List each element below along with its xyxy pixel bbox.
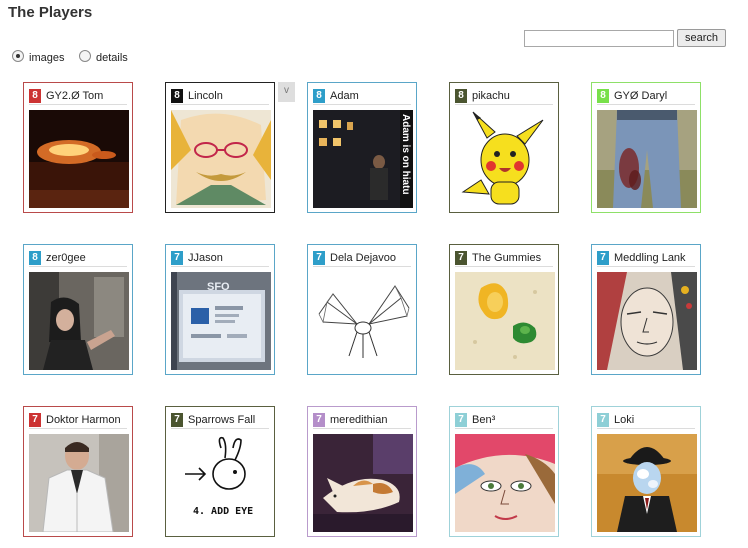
- player-name[interactable]: JJason: [188, 252, 273, 264]
- player-card[interactable]: 7 Ben³: [449, 406, 559, 537]
- rank-badge: 8: [29, 251, 41, 265]
- card-header: 8 GY2.Ø Tom: [29, 88, 127, 105]
- adam-sign-text: Adam is on hiatu: [400, 114, 411, 195]
- player-name[interactable]: Loki: [614, 414, 699, 426]
- search-button[interactable]: search: [677, 29, 726, 47]
- portrait-dark-icon[interactable]: [29, 272, 129, 370]
- player-card[interactable]: 7 JJason SFO: [165, 244, 275, 375]
- sparrows-caption: 4. ADD EYE: [193, 506, 253, 517]
- bat-skeleton-icon[interactable]: [313, 272, 413, 370]
- page-title: The Players: [8, 4, 93, 21]
- radio-checked-icon[interactable]: [12, 50, 24, 62]
- player-name[interactable]: Sparrows Fall: [188, 414, 273, 426]
- rank-badge: 8: [171, 89, 183, 103]
- card-header: 7 Sparrows Fall: [171, 412, 269, 429]
- player-name[interactable]: meredithian: [330, 414, 415, 426]
- bowler-hat-icon[interactable]: [597, 434, 697, 532]
- player-card[interactable]: 8 GYØ Daryl: [591, 82, 701, 213]
- player-name[interactable]: pikachu: [472, 90, 557, 102]
- jeans-icon[interactable]: [597, 110, 697, 208]
- rank-badge: 7: [597, 413, 609, 427]
- player-card[interactable]: 8 GY2.Ø Tom: [23, 82, 133, 213]
- card-header: 8 Lincoln: [171, 88, 269, 105]
- player-name[interactable]: Ben³: [472, 414, 557, 426]
- gummies-icon[interactable]: [455, 272, 555, 370]
- player-card[interactable]: 7 Dela Dejavoo: [307, 244, 417, 375]
- card-header: 8 pikachu: [455, 88, 553, 105]
- colorful-face-icon[interactable]: [455, 434, 555, 532]
- player-card[interactable]: 8 pikachu: [449, 82, 559, 213]
- player-name[interactable]: Meddling Lank: [614, 252, 699, 264]
- bunny-doodle-icon[interactable]: 4. ADD EYE: [171, 434, 271, 532]
- search-input[interactable]: [524, 30, 674, 47]
- card-header: 8 GYØ Daryl: [597, 88, 695, 105]
- rank-badge: 8: [455, 89, 467, 103]
- player-name[interactable]: The Gummies: [472, 252, 557, 264]
- card-header: 7 meredithian: [313, 412, 411, 429]
- player-name[interactable]: Doktor Harmon: [46, 414, 131, 426]
- card-header: 7 Meddling Lank: [597, 250, 695, 267]
- fire-night-icon[interactable]: [29, 110, 129, 208]
- player-name[interactable]: GYØ Daryl: [614, 90, 699, 102]
- rank-badge: 8: [597, 89, 609, 103]
- card-header: 7 Ben³: [455, 412, 553, 429]
- player-card[interactable]: 7 Loki: [591, 406, 701, 537]
- card-header: 7 Doktor Harmon: [29, 412, 127, 429]
- rank-badge: 7: [597, 251, 609, 265]
- painted-face-icon[interactable]: [597, 272, 697, 370]
- card-header: 7 Loki: [597, 412, 695, 429]
- cat-icon[interactable]: [313, 434, 413, 532]
- player-name[interactable]: Lincoln: [188, 90, 273, 102]
- rank-badge: 8: [29, 89, 41, 103]
- rank-badge: 7: [455, 413, 467, 427]
- rank-badge: 8: [313, 89, 325, 103]
- view-option-label: details: [96, 52, 128, 64]
- card-header: 7 Dela Dejavoo: [313, 250, 411, 267]
- player-card[interactable]: 8 Adam Adam is on hiatu: [307, 82, 417, 213]
- player-name[interactable]: GY2.Ø Tom: [46, 90, 131, 102]
- rank-badge: 7: [313, 413, 325, 427]
- card-header: 7 JJason: [171, 250, 269, 267]
- rank-badge: 7: [29, 413, 41, 427]
- sketch-face-icon[interactable]: [171, 110, 271, 208]
- view-option-label: images: [29, 52, 65, 64]
- card-header: 8 Adam: [313, 88, 411, 105]
- night-street-icon[interactable]: Adam is on hiatu: [313, 110, 413, 208]
- card-header: 8 zer0gee: [29, 250, 127, 267]
- player-card[interactable]: 7 Sparrows Fall 4. ADD EYE: [165, 406, 275, 537]
- jason-screen-text: SFO: [207, 281, 230, 293]
- player-card[interactable]: 7 Meddling Lank: [591, 244, 701, 375]
- player-name[interactable]: zer0gee: [46, 252, 131, 264]
- player-card[interactable]: 7 The Gummies: [449, 244, 559, 375]
- player-card[interactable]: 8 zer0gee: [23, 244, 133, 375]
- rank-badge: 7: [313, 251, 325, 265]
- rank-badge: 7: [171, 413, 183, 427]
- radio-unchecked-icon[interactable]: [79, 50, 91, 62]
- labcoat-icon[interactable]: [29, 434, 129, 532]
- pikachu-icon[interactable]: [455, 110, 555, 208]
- rank-badge: 7: [455, 251, 467, 265]
- player-card[interactable]: 8 Lincoln: [165, 82, 275, 213]
- screen-icon[interactable]: SFO: [171, 272, 271, 370]
- rank-badge: 7: [171, 251, 183, 265]
- player-card[interactable]: 7 meredithian: [307, 406, 417, 537]
- player-card[interactable]: 7 Doktor Harmon: [23, 406, 133, 537]
- player-name[interactable]: Dela Dejavoo: [330, 252, 415, 264]
- card-header: 7 The Gummies: [455, 250, 553, 267]
- collapse-tab[interactable]: v: [278, 82, 295, 102]
- player-name[interactable]: Adam: [330, 90, 415, 102]
